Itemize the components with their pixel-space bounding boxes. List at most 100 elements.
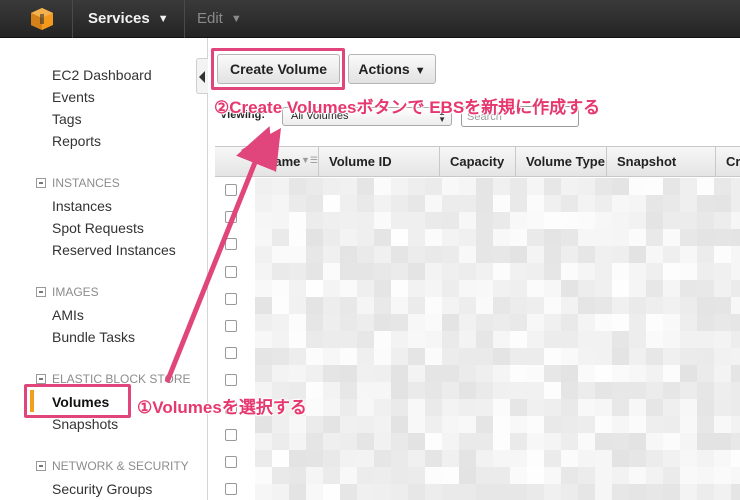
redacted-cell — [476, 195, 493, 212]
topbar-divider — [72, 0, 73, 38]
redacted-cell — [697, 467, 714, 484]
redacted-cell — [408, 382, 425, 399]
redacted-cell — [289, 195, 306, 212]
redacted-cell — [646, 195, 663, 212]
redacted-cell — [391, 365, 408, 382]
sort-icon[interactable]: ▼☰ — [301, 155, 318, 166]
row-checkbox[interactable] — [225, 428, 237, 441]
redacted-cell — [527, 263, 544, 280]
redacted-cell — [731, 263, 740, 280]
sidebar-item-tags[interactable]: Tags — [52, 111, 82, 127]
redacted-cell — [357, 178, 374, 195]
column-header-snapshot[interactable]: Snapshot — [606, 147, 715, 177]
redacted-cell — [612, 399, 629, 416]
column-header-volume-type[interactable]: Volume Type — [515, 147, 606, 177]
sidebar-item-volumes[interactable]: Volumes — [52, 394, 109, 410]
sidebar-item-instances[interactable]: Instances — [52, 198, 112, 214]
redacted-cell — [510, 195, 527, 212]
redacted-cell — [527, 297, 544, 314]
redacted-cell — [255, 246, 272, 263]
row-checkbox[interactable] — [225, 238, 237, 251]
redacted-cell — [544, 450, 561, 467]
column-header-volume-id[interactable]: Volume ID — [318, 147, 439, 177]
sidebar-item-reserved-instances[interactable]: Reserved Instances — [52, 242, 176, 258]
row-checkbox[interactable] — [225, 265, 237, 278]
redacted-cell — [306, 246, 323, 263]
redacted-cell — [629, 382, 646, 399]
row-checkbox[interactable] — [225, 292, 237, 305]
sidebar-item-spot-requests[interactable]: Spot Requests — [52, 220, 144, 236]
redacted-cell — [510, 433, 527, 450]
sidebar-section-images[interactable]: IMAGES — [36, 285, 99, 299]
redacted-cell — [357, 246, 374, 263]
row-checkbox[interactable] — [225, 374, 237, 387]
redacted-cell — [646, 229, 663, 246]
sidebar-item-security-groups[interactable]: Security Groups — [52, 481, 152, 497]
services-menu[interactable]: Services ▼ — [88, 0, 169, 38]
actions-button[interactable]: Actions ▼ — [348, 54, 436, 84]
redacted-cell — [714, 314, 731, 331]
sidebar-section-instances[interactable]: INSTANCES — [36, 176, 120, 190]
redacted-cell — [340, 263, 357, 280]
redacted-cell — [272, 246, 289, 263]
redacted-cell — [408, 314, 425, 331]
redacted-cell — [289, 280, 306, 297]
sidebar-item-bundle-tasks[interactable]: Bundle Tasks — [52, 329, 135, 345]
redacted-cell — [272, 450, 289, 467]
redacted-cell — [306, 399, 323, 416]
column-header-capacity[interactable]: Capacity — [439, 147, 515, 177]
redacted-cell — [680, 229, 697, 246]
redacted-cell — [493, 212, 510, 229]
redacted-cell — [374, 348, 391, 365]
row-checkbox[interactable] — [225, 347, 237, 360]
row-checkbox[interactable] — [225, 184, 237, 196]
row-checkbox[interactable] — [225, 211, 237, 224]
redacted-cell — [680, 416, 697, 433]
redacted-cell — [680, 348, 697, 365]
redacted-cell — [391, 416, 408, 433]
redacted-cell — [357, 365, 374, 382]
sidebar-item-reports[interactable]: Reports — [52, 133, 101, 149]
sidebar-item-events[interactable]: Events — [52, 89, 95, 105]
column-header-created[interactable]: Cr — [715, 147, 740, 177]
redacted-cell — [289, 348, 306, 365]
redacted-cell — [714, 263, 731, 280]
redacted-cell — [255, 467, 272, 484]
sidebar-item-snapshots[interactable]: Snapshots — [52, 416, 118, 432]
sidebar-section-elastic-block-store[interactable]: ELASTIC BLOCK STORE — [36, 372, 191, 386]
redacted-cell — [561, 212, 578, 229]
redacted-cell — [442, 467, 459, 484]
create-volume-button[interactable]: Create Volume — [217, 54, 340, 84]
redacted-cell — [731, 280, 740, 297]
sidebar-item-amis[interactable]: AMIs — [52, 307, 84, 323]
redacted-cell — [442, 382, 459, 399]
redacted-cell — [340, 348, 357, 365]
sidebar-section-network-security[interactable]: NETWORK & SECURITY — [36, 459, 189, 473]
redacted-cell — [459, 467, 476, 484]
sidebar-item-ec2-dashboard[interactable]: EC2 Dashboard — [52, 67, 152, 83]
redacted-cell — [629, 195, 646, 212]
redacted-cell — [697, 365, 714, 382]
redacted-cell — [408, 178, 425, 195]
redacted-cell — [612, 297, 629, 314]
aws-cube-logo-icon[interactable] — [30, 7, 54, 31]
redacted-cell — [663, 297, 680, 314]
row-checkbox[interactable] — [225, 483, 237, 496]
redacted-cell — [561, 450, 578, 467]
redacted-cell — [374, 433, 391, 450]
redacted-cell — [561, 433, 578, 450]
redacted-cell — [697, 229, 714, 246]
edit-menu[interactable]: Edit ▼ — [197, 0, 242, 38]
collapse-sidebar-handle[interactable] — [196, 58, 208, 94]
redacted-cell — [340, 212, 357, 229]
redacted-cell — [459, 365, 476, 382]
redacted-cell — [459, 416, 476, 433]
redacted-cell — [408, 416, 425, 433]
redacted-cell — [272, 365, 289, 382]
redacted-cell — [289, 263, 306, 280]
redacted-cell — [680, 433, 697, 450]
redacted-cell — [425, 450, 442, 467]
redacted-cell — [476, 178, 493, 195]
row-checkbox[interactable] — [225, 320, 237, 332]
row-checkbox[interactable] — [225, 456, 237, 468]
